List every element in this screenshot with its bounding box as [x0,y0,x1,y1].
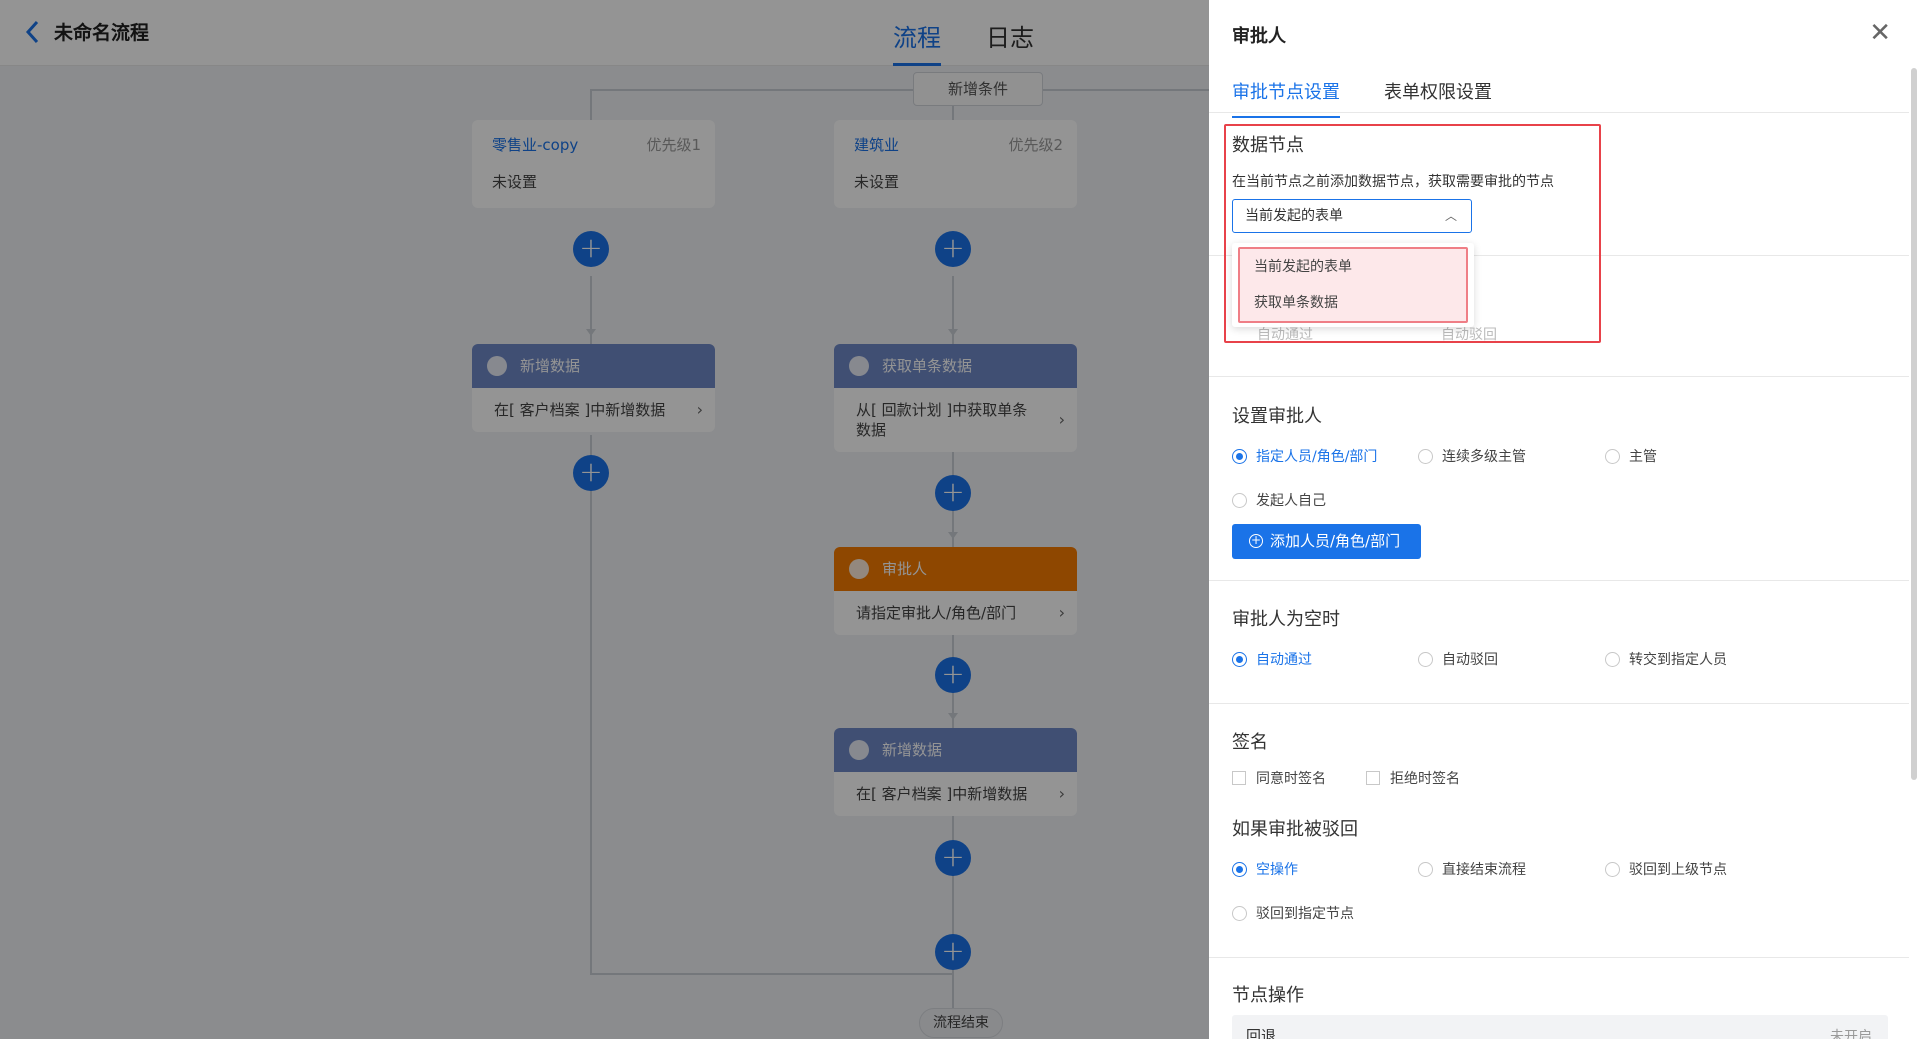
dropdown-options: 当前发起的表单 获取单条数据 [1238,247,1468,323]
radio-multi-level-manager[interactable]: 连续多级主管 [1418,446,1526,466]
approver-settings-panel: 审批人 ✕ 审批节点设置 表单权限设置 数据节点 在当前节点之前添加数据节点，获… [1209,0,1921,1039]
radio-label: 自动通过 [1256,652,1312,668]
radio-dot [1605,651,1620,667]
radio-label: 空操作 [1256,862,1298,878]
radio-dot [1418,861,1433,877]
close-icon[interactable]: ✕ [1869,18,1891,48]
divider [1209,580,1909,581]
radio-auto-pass[interactable]: 自动通过 [1232,649,1312,669]
radio-reject-specific[interactable]: 驳回到指定节点 [1232,903,1354,923]
section-title: 审批人为空时 [1232,609,1340,630]
divider [1209,376,1909,377]
radio-dot [1418,651,1433,667]
data-node-dropdown: 当前发起的表单 获取单条数据 [1232,243,1474,327]
add-approver-button[interactable]: + 添加人员/角色/部门 [1232,524,1421,559]
divider [1209,957,1909,958]
plus-circle-icon: + [1249,533,1263,548]
radio-end-flow[interactable]: 直接结束流程 [1418,859,1526,879]
section-title: 设置审批人 [1232,406,1322,427]
divider [1209,112,1909,113]
section-title: 如果审批被驳回 [1232,819,1358,840]
op-label: 回退 [1246,1027,1277,1039]
radio-dot [1232,905,1247,921]
radio-label: 自动驳回 [1442,652,1498,668]
radio-dot [1232,448,1247,464]
dropdown-option[interactable]: 当前发起的表单 [1240,249,1466,285]
radio-reject-previous[interactable]: 驳回到上级节点 [1605,859,1727,879]
section-title: 节点操作 [1232,985,1304,1006]
radio-dot [1232,651,1247,667]
button-label: 添加人员/角色/部门 [1270,532,1401,550]
op-status: 未开启 [1830,1029,1872,1039]
radio-dot [1418,448,1433,464]
radio-label: 直接结束流程 [1442,862,1526,878]
radio-manager[interactable]: 主管 [1605,446,1657,466]
node-op-rollback[interactable]: 回退 未开启 [1232,1015,1888,1039]
radio-dot [1605,861,1620,877]
radio-label: 驳回到上级节点 [1629,862,1727,878]
checkbox-box [1232,771,1246,785]
radio-dot [1605,448,1620,464]
panel-title: 审批人 [1232,26,1286,47]
checkbox-label: 同意时签名 [1256,771,1326,787]
radio-designated[interactable]: 指定人员/角色/部门 [1232,446,1377,466]
section-title: 签名 [1232,732,1268,753]
radio-label: 连续多级主管 [1442,449,1526,465]
divider [1209,703,1909,704]
radio-label: 驳回到指定节点 [1256,906,1354,922]
radio-transfer[interactable]: 转交到指定人员 [1605,649,1727,669]
dropdown-option[interactable]: 获取单条数据 [1240,285,1466,321]
radio-dot [1232,861,1247,877]
radio-no-op[interactable]: 空操作 [1232,859,1298,879]
radio-initiator[interactable]: 发起人自己 [1232,490,1326,510]
checkbox-sign-agree[interactable]: 同意时签名 [1232,768,1326,788]
radio-dot [1232,492,1247,508]
modal-overlay[interactable] [0,0,1209,1039]
radio-label: 转交到指定人员 [1629,652,1727,668]
radio-auto-reject[interactable]: 自动驳回 [1418,649,1498,669]
radio-label: 指定人员/角色/部门 [1256,449,1378,465]
radio-label: 发起人自己 [1256,493,1326,509]
radio-label: 主管 [1629,449,1657,465]
scrollbar[interactable] [1911,68,1917,780]
checkbox-box [1366,771,1380,785]
checkbox-label: 拒绝时签名 [1390,771,1460,787]
checkbox-sign-reject[interactable]: 拒绝时签名 [1366,768,1460,788]
